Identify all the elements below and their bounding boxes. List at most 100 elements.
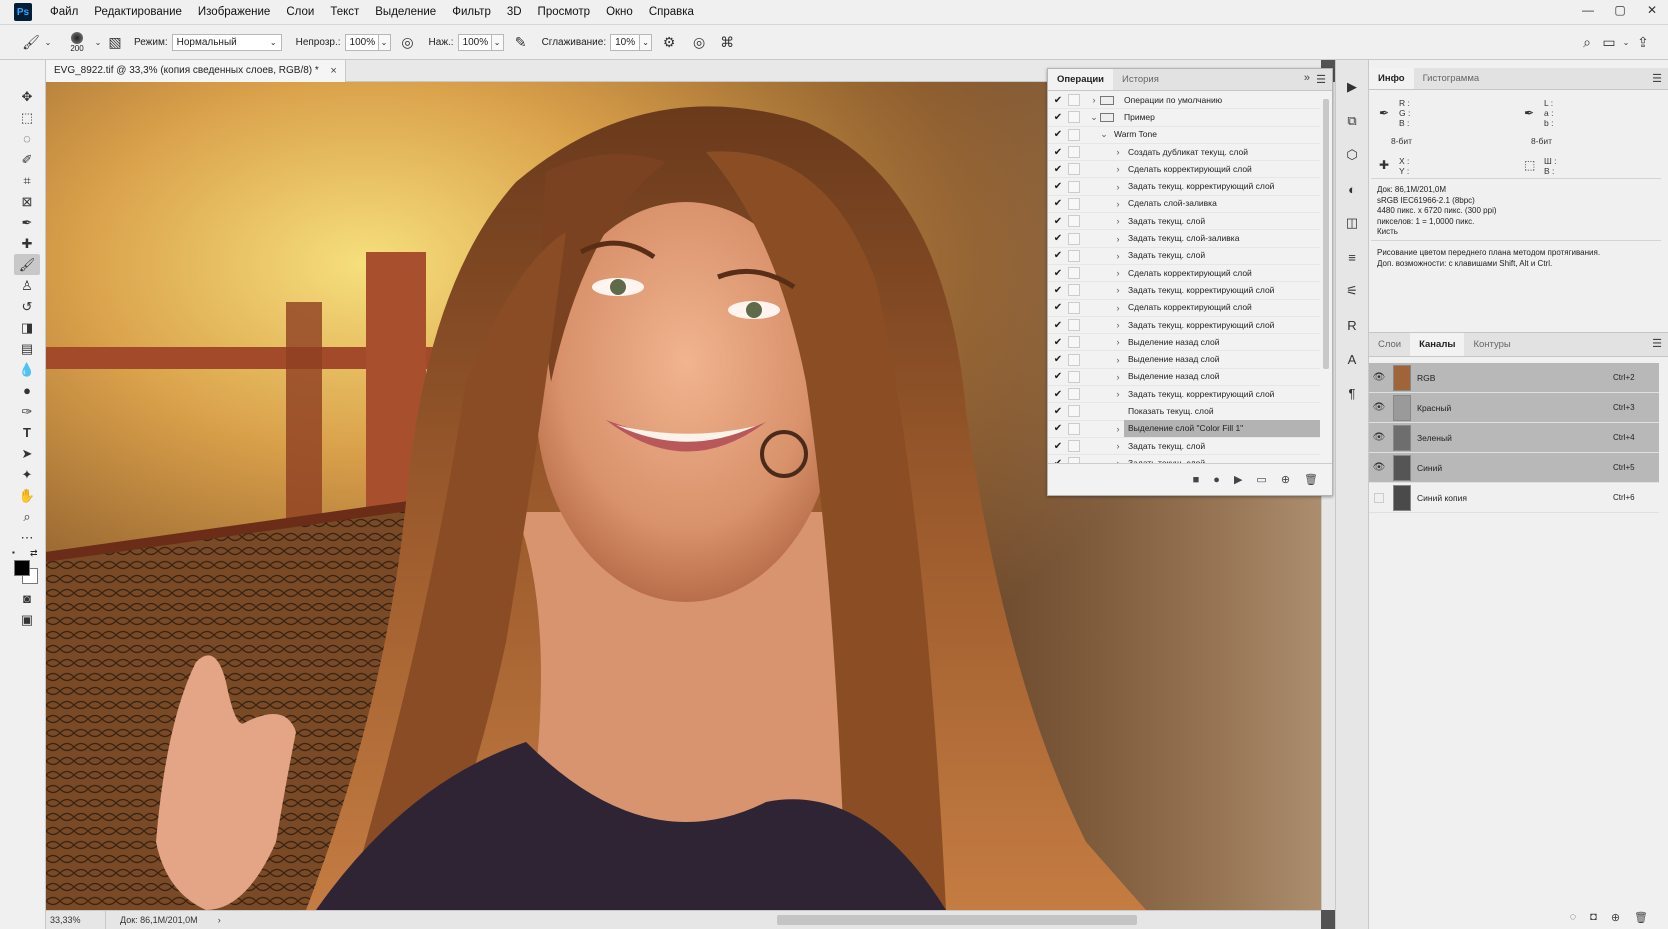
type-tool-icon[interactable]: T xyxy=(14,422,40,443)
zoom-tool-icon[interactable]: ⌕ xyxy=(14,506,40,527)
3d-cube-icon[interactable]: ⬡ xyxy=(1341,144,1363,166)
close-icon[interactable]: ✕ xyxy=(1636,0,1668,20)
dialog-toggle[interactable] xyxy=(1068,146,1080,159)
lasso-tool-icon[interactable]: ◌ xyxy=(14,128,40,149)
record-icon[interactable]: ● xyxy=(1213,474,1220,486)
chevron-down-icon[interactable]: ⌄ xyxy=(1098,129,1110,140)
hand-tool-icon[interactable]: ✋ xyxy=(14,485,40,506)
shape-tool-icon[interactable]: ✦ xyxy=(14,464,40,485)
chevron-right-icon[interactable]: › xyxy=(1112,147,1124,157)
chevron-right-icon[interactable]: › xyxy=(1112,251,1124,261)
eye-icon[interactable]: 👁 xyxy=(1369,462,1389,473)
foreground-color-swatch[interactable] xyxy=(14,560,30,576)
screen-mode-icon[interactable]: ▣ xyxy=(14,609,40,630)
chevron-right-icon[interactable]: › xyxy=(1088,95,1100,105)
menu-item[interactable]: Файл xyxy=(42,0,86,25)
dialog-toggle[interactable] xyxy=(1068,94,1080,107)
panel-menu-icon[interactable]: ☰ xyxy=(1652,337,1662,350)
action-row[interactable]: ✔ › Сделать корректирующий слой xyxy=(1048,300,1320,317)
menu-item[interactable]: Слои xyxy=(278,0,322,25)
checkmark-icon[interactable]: ✔ xyxy=(1048,268,1068,279)
action-row[interactable]: ✔ › Выделение назад слой xyxy=(1048,334,1320,352)
menu-item[interactable]: Выделение xyxy=(367,0,444,25)
menu-item[interactable]: Справка xyxy=(641,0,702,25)
channel-row[interactable]: 👁 RGB Ctrl+2 xyxy=(1369,363,1659,393)
scrollbar-thumb[interactable] xyxy=(776,914,1137,925)
stop-icon[interactable]: ■ xyxy=(1193,474,1200,486)
dialog-toggle[interactable] xyxy=(1068,336,1080,349)
checkmark-icon[interactable]: ✔ xyxy=(1048,285,1068,296)
tab-channels[interactable]: Каналы xyxy=(1410,333,1465,356)
checkmark-icon[interactable]: ✔ xyxy=(1048,354,1068,365)
marquee-tool-icon[interactable]: ⬚ xyxy=(14,107,40,128)
chevron-right-icon[interactable]: › xyxy=(1112,389,1124,399)
channel-row[interactable]: Синий копия Ctrl+6 xyxy=(1369,483,1659,513)
dialog-toggle[interactable] xyxy=(1068,284,1080,297)
chevron-right-icon[interactable]: › xyxy=(1112,424,1124,434)
checkmark-icon[interactable]: ✔ xyxy=(1048,164,1068,175)
more-tools-icon[interactable]: ⋯ xyxy=(14,527,40,548)
eraser-tool-icon[interactable]: ◨ xyxy=(14,317,40,338)
action-row[interactable]: ✔ › Сделать слой-заливка xyxy=(1048,196,1320,214)
dialog-toggle[interactable] xyxy=(1068,128,1080,141)
menu-item[interactable]: Текст xyxy=(322,0,367,25)
chevron-right-icon[interactable]: › xyxy=(1112,303,1124,313)
flow-dropdown[interactable]: ⌄ xyxy=(491,33,504,51)
scrollbar-thumb[interactable] xyxy=(1323,99,1329,369)
checkmark-icon[interactable]: ✔ xyxy=(1048,250,1068,261)
channel-row[interactable]: 👁 Синий Ctrl+5 xyxy=(1369,453,1659,483)
action-row[interactable]: ✔ › Задать текущ. корректирующий слой xyxy=(1048,282,1320,300)
load-selection-icon[interactable]: ◌ xyxy=(1570,911,1577,923)
actions-scrollbar[interactable] xyxy=(1322,99,1330,467)
checkmark-icon[interactable]: ✔ xyxy=(1048,441,1068,452)
opacity-dropdown[interactable]: ⌄ xyxy=(378,33,391,51)
eye-icon[interactable]: 👁 xyxy=(1369,372,1389,383)
crop-tool-icon[interactable]: ⌗ xyxy=(14,170,40,191)
checkmark-icon[interactable]: ✔ xyxy=(1048,337,1068,348)
blur-tool-icon[interactable]: 💧 xyxy=(14,359,40,380)
default-colors-icon[interactable]: ▪ xyxy=(12,548,15,557)
flow-input[interactable]: 100% xyxy=(457,33,492,51)
menu-item[interactable]: Редактирование xyxy=(86,0,190,25)
eyedropper-tool-icon[interactable]: ✒ xyxy=(14,212,40,233)
dialog-toggle[interactable] xyxy=(1068,353,1080,366)
chevron-right-icon[interactable]: › xyxy=(1112,285,1124,295)
action-row[interactable]: ✔ › Сделать корректирующий слой xyxy=(1048,161,1320,179)
symmetry-icon[interactable]: ⌘ xyxy=(716,31,738,53)
action-row[interactable]: ✔ › Задать текущ. слой xyxy=(1048,213,1320,231)
checkmark-icon[interactable]: ✔ xyxy=(1048,302,1068,313)
pressure-opacity-icon[interactable]: ◎ xyxy=(397,31,419,53)
brush-settings-icon[interactable]: ≡ xyxy=(1341,246,1363,268)
minimize-icon[interactable]: — xyxy=(1572,0,1604,20)
tab-layers[interactable]: Слои xyxy=(1369,333,1410,356)
chevron-down-icon[interactable]: ⌄ xyxy=(1088,112,1100,123)
chevron-right-icon[interactable]: › xyxy=(1112,441,1124,451)
path-selection-tool-icon[interactable]: ➤ xyxy=(14,443,40,464)
quick-mask-icon[interactable]: ◙ xyxy=(14,588,40,609)
menu-item[interactable]: Окно xyxy=(598,0,641,25)
mode-select[interactable]: Нормальный ⌄ xyxy=(171,33,282,51)
new-set-icon[interactable]: ▭ xyxy=(1256,473,1266,486)
move-tool-icon[interactable]: ✥ xyxy=(14,86,40,107)
zoom-level[interactable]: 33,33% xyxy=(46,910,106,929)
airbrush-icon[interactable]: ✎ xyxy=(510,31,532,53)
swap-colors-icon[interactable]: ⇄ xyxy=(30,548,38,559)
dialog-toggle[interactable] xyxy=(1068,180,1080,193)
chevron-right-icon[interactable]: › xyxy=(1112,320,1124,330)
panel-menu-icon[interactable]: ☰ xyxy=(1652,72,1662,85)
chevron-right-icon[interactable]: › xyxy=(1112,199,1124,209)
document-tab[interactable]: EVG_8922.tif @ 33,3% (копия сведенных сл… xyxy=(46,60,346,82)
menu-item[interactable]: Фильтр xyxy=(444,0,499,25)
dialog-toggle[interactable] xyxy=(1068,249,1080,262)
dialog-toggle[interactable] xyxy=(1068,163,1080,176)
chevron-right-icon[interactable]: › xyxy=(1112,268,1124,278)
action-row[interactable]: ✔ › Выделение назад слой xyxy=(1048,369,1320,387)
quick-selection-tool-icon[interactable]: ✐ xyxy=(14,149,40,170)
dialog-toggle[interactable] xyxy=(1068,301,1080,314)
checkmark-icon[interactable]: ✔ xyxy=(1048,129,1068,140)
collapse-icon[interactable]: » xyxy=(1304,72,1310,84)
chevron-right-icon[interactable]: › xyxy=(1112,355,1124,365)
menu-item[interactable]: 3D xyxy=(499,0,530,25)
visibility-toggle[interactable] xyxy=(1374,492,1384,503)
dialog-toggle[interactable] xyxy=(1068,215,1080,228)
